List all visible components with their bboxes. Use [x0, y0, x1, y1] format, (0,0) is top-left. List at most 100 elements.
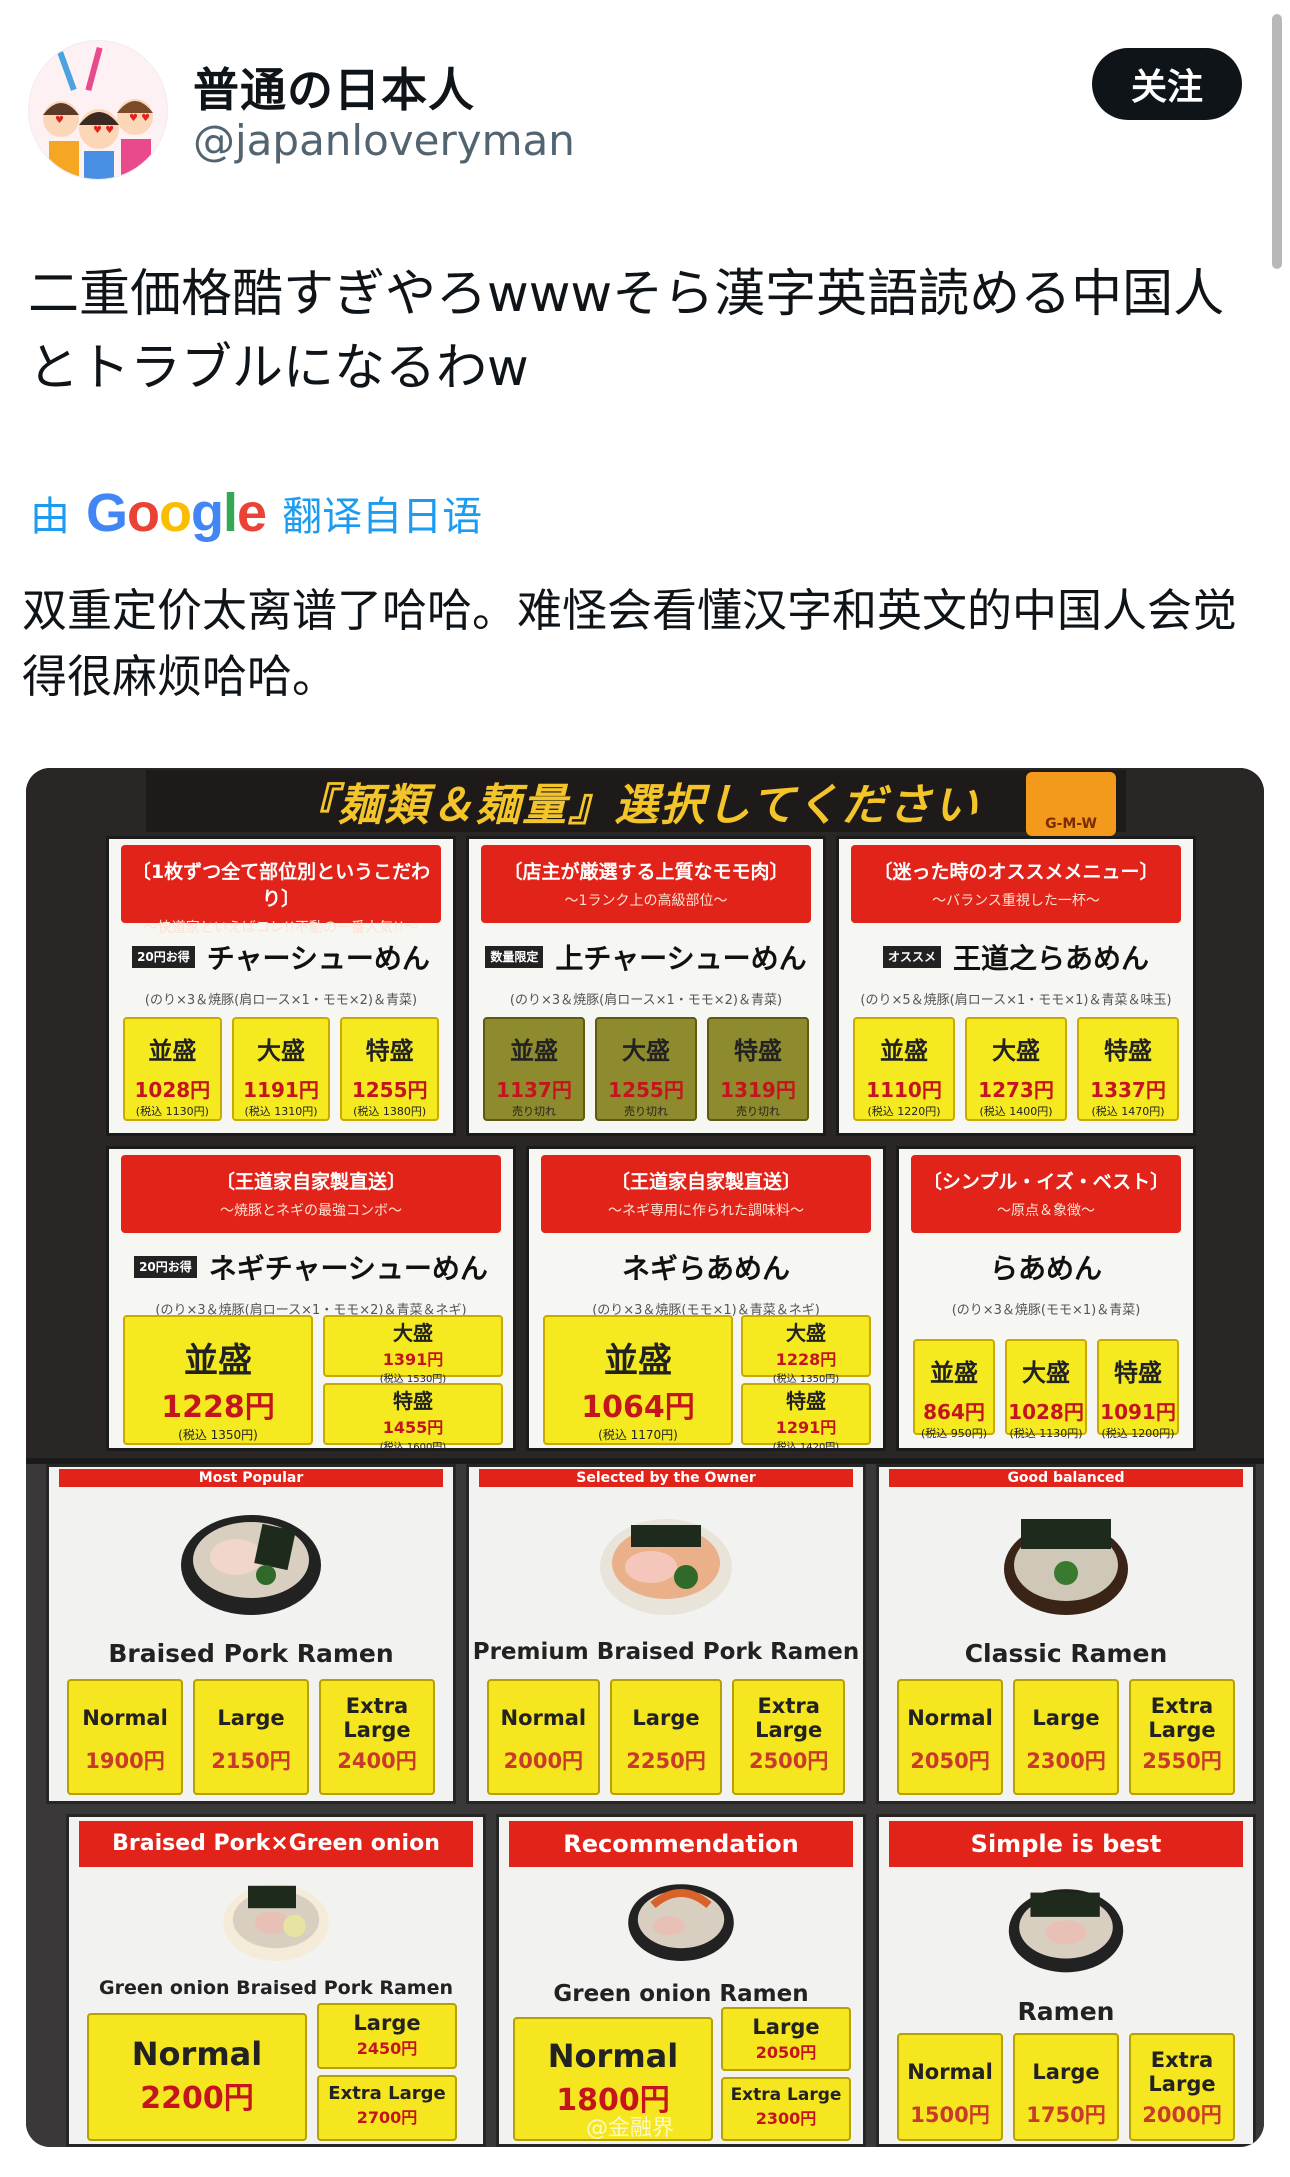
jp-menu-card: 〔迷った時のオススメメニュー〕 〜バランス重視した一杯〜 オススメ 王道之らあめん … — [836, 836, 1196, 1136]
jp-card-title: らあめん — [989, 1252, 1102, 1285]
jp-card-tag: 〔王道家自家製直送〕 〜ネギ専用に作られた調味料〜 — [541, 1155, 871, 1233]
jp-card-badge: 20円お得 — [132, 946, 195, 968]
jp-price-button-small[interactable]: 大盛 1391円 (税込 1530円) — [323, 1315, 503, 1385]
en-price-button[interactable]: Large 2150円 — [193, 1679, 309, 1795]
en-card-name: Braised Pork Ramen — [108, 1639, 394, 1668]
display-name[interactable]: 普通の日本人 — [193, 54, 475, 120]
en-price-button[interactable]: Normal 2000円 — [487, 1679, 600, 1795]
jp-price-button[interactable]: 大盛 1028円 (税込 1130円) — [1005, 1339, 1087, 1440]
en-menu-card: Most Popular Braised Pork Ramen Normal 19… — [46, 1464, 456, 1804]
en-menu-card: Simple is best Ramen Normal 1500円 Large 17… — [876, 1814, 1256, 2147]
en-price-button[interactable]: Large 1750円 — [1013, 2033, 1119, 2141]
jp-price-button-small[interactable]: 特盛 1455円 (税込 1600円) — [323, 1383, 503, 1453]
avatar-illustration-icon: ♥ ♥ ♥ ♥ ♥ — [29, 41, 167, 179]
ramen-bowl-icon — [223, 1884, 329, 1961]
jp-card-tag: 〔1枚ずつ全て部位別というこだわり〕 〜快道家といえばコレ!!不動の一番人気!!〜 — [121, 845, 441, 936]
en-price-button[interactable]: Extra Large 2400円 — [319, 1679, 435, 1795]
en-menu-card: Recommendation Green onion Ramen Normal 1… — [496, 1814, 866, 2147]
jp-card-badge: 20円お得 — [134, 1256, 197, 1278]
jp-card-title: ネギらあめん — [621, 1252, 790, 1285]
en-price-button[interactable]: Large 2300円 — [1013, 1679, 1119, 1795]
en-price-button[interactable]: Large 2250円 — [609, 1679, 723, 1795]
jp-price-button[interactable]: 特盛 1337円 (税込 1470円) — [1077, 1017, 1179, 1121]
jp-price-button-small[interactable]: 大盛 1228円 (税込 1350円) — [741, 1315, 871, 1385]
jp-card-tag: 〔シンプル・イズ・ベスト〕 〜原点＆象徴〜 — [911, 1155, 1181, 1233]
jp-card-badge: オススメ — [882, 946, 941, 968]
jp-menu-card: 〔王道家自家製直送〕 〜焼豚とネギの最強コンボ〜 20円お得 ネギチャーシューめん … — [106, 1146, 516, 1453]
jp-price-button[interactable]: 並盛 1028円 (税込 1130円) — [123, 1017, 222, 1121]
en-price-button-small[interactable]: Extra Large 2700円 — [317, 2075, 457, 2141]
svg-text:♥ ♥: ♥ ♥ — [129, 113, 150, 124]
jp-menu-card: 〔シンプル・イズ・ベスト〕 〜原点＆象徴〜 らあめん (のり×3＆焼豚(モモ×1)… — [896, 1146, 1196, 1451]
tweet-text: 二重価格酷すぎやろwwwそら漢字英語読める中国人とトラブルになるわw — [28, 265, 1225, 398]
jp-price-button[interactable]: 大盛 1191円 (税込 1310円) — [231, 1017, 331, 1121]
jp-menu-card: 〔店主が厳選する上質なモモ肉〕 〜1ランク上の高級部位〜 数量限定 上チャーシューめ… — [466, 836, 826, 1136]
ramen-bowl-icon — [181, 1515, 321, 1615]
jp-price-button-soldout[interactable]: 並盛 1137円 売り切れ — [483, 1017, 585, 1121]
en-card-name: Green onion Braised Pork Ramen — [98, 1977, 454, 1999]
en-price-button-small[interactable]: Large 2050円 — [721, 2007, 851, 2071]
brand-sticker: G-M-W — [1026, 772, 1116, 836]
photo-watermark: @金融界 — [586, 2116, 675, 2141]
follow-button[interactable]: 关注 — [1092, 48, 1242, 120]
jp-menu-card: 〔王道家自家製直送〕 〜ネギ専用に作られた調味料〜 ネギらあめん (のり×3＆焼豚… — [526, 1146, 886, 1453]
en-card-name: Green onion Ramen — [553, 1981, 809, 2007]
en-card-tag: Good balanced — [889, 1469, 1243, 1487]
en-price-button[interactable]: Extra Large 2000円 — [1129, 2033, 1235, 2141]
jp-price-button-large[interactable]: 並盛 1064円 (税込 1170円) — [543, 1315, 733, 1445]
scrollbar-thumb[interactable] — [1272, 14, 1282, 269]
jp-card-title: 20円お得 ネギチャーシューめん — [109, 1247, 513, 1287]
jp-menu-card: 〔1枚ずつ全て部位別というこだわり〕 〜快道家といえばコレ!!不動の一番人気!!〜… — [106, 836, 456, 1136]
google-logo-icon: Google — [86, 483, 267, 543]
jp-card-note: (のり×3＆焼豚(肩ロース×1・モモ×2)＆青菜) — [509, 993, 783, 1008]
avatar[interactable]: ♥ ♥ ♥ ♥ ♥ — [28, 40, 168, 180]
en-price-button[interactable]: Normal 1900円 — [67, 1679, 183, 1795]
jp-price-button-small[interactable]: 特盛 1291円 (税込 1420円) — [741, 1383, 871, 1453]
jp-card-note: (のり×3＆焼豚(モモ×1)＆青菜) — [951, 1303, 1141, 1318]
en-menu-card: Selected by the Owner Premium Braised Po… — [466, 1464, 866, 1804]
en-card-tag: Simple is best — [889, 1821, 1243, 1867]
en-price-button[interactable]: Extra Large 2500円 — [732, 1679, 846, 1795]
jp-price-button[interactable]: 大盛 1273円 (税込 1400円) — [965, 1017, 1067, 1121]
translation-source-label: 翻译自日语 — [282, 494, 483, 540]
en-card-name: Ramen — [1017, 1997, 1115, 2026]
en-price-button-large[interactable]: Normal 2200円 — [87, 2013, 307, 2141]
translation-attribution[interactable]: 由 Google 翻译自日语 — [30, 478, 482, 548]
jp-card-tag: 〔王道家自家製直送〕 〜焼豚とネギの最強コンボ〜 — [121, 1155, 501, 1233]
tweet-photo[interactable]: 『麺類＆麺量』選択してください G-M-W 〔1枚ずつ全て部位別というこだわり〕… — [26, 768, 1264, 2147]
jp-price-button-soldout[interactable]: 特盛 1319円 売り切れ — [707, 1017, 809, 1121]
en-price-button[interactable]: Normal 2050円 — [897, 1679, 1003, 1795]
tweet-page: ♥ ♥ ♥ ♥ ♥ 普通の日本人 @japanloveryman 关注 二重価格酷す… — [0, 0, 1290, 2177]
en-card-tag: Braised Pork×Green onion — [79, 1821, 473, 1867]
jp-card-tag: 〔店主が厳選する上質なモモ肉〕 〜1ランク上の高級部位〜 — [481, 845, 811, 923]
jp-card-badge: 数量限定 — [485, 946, 544, 968]
jp-card-tag: 〔迷った時のオススメメニュー〕 〜バランス重視した一杯〜 — [851, 845, 1181, 923]
jp-price-button[interactable]: 並盛 1110円 (税込 1220円) — [853, 1017, 955, 1121]
en-card-name: Classic Ramen — [964, 1639, 1168, 1668]
jp-price-button[interactable]: 特盛 1255円 (税込 1380円) — [340, 1017, 440, 1121]
jp-price-button-soldout[interactable]: 大盛 1255円 売り切れ — [595, 1017, 697, 1121]
menu-banner: 『麺類＆麺量』選択してください — [146, 770, 1126, 832]
ramen-bowl-icon — [600, 1519, 732, 1615]
svg-text:♥ ♥: ♥ ♥ — [93, 125, 114, 136]
tweet-header: ♥ ♥ ♥ ♥ ♥ 普通の日本人 @japanloveryman 关注 — [28, 40, 1250, 180]
english-menu-screen: Most Popular Braised Pork Ramen Normal 19… — [26, 1464, 1264, 2147]
jp-price-button[interactable]: 特盛 1091円 (税込 1200円) — [1097, 1339, 1179, 1440]
jp-card-title: 数量限定 上チャーシューめん — [469, 937, 823, 977]
en-price-button[interactable]: Extra Large 2550円 — [1129, 1679, 1235, 1795]
en-price-button[interactable]: Normal 1500円 — [897, 2033, 1003, 2141]
en-menu-card: Braised Pork×Green onion Green onion Bra… — [66, 1814, 486, 2147]
en-price-button-small[interactable]: Extra Large 2300円 — [721, 2077, 851, 2141]
jp-card-title: 20円お得 チャーシューめん — [109, 937, 453, 977]
jp-price-button-large[interactable]: 並盛 1228円 (税込 1350円) — [123, 1315, 313, 1445]
japanese-menu-screen: 『麺類＆麺量』選択してください G-M-W 〔1枚ずつ全て部位別というこだわり〕… — [26, 768, 1264, 1458]
en-card-tag: Most Popular — [59, 1469, 443, 1487]
svg-text:♥: ♥ — [55, 115, 64, 126]
translation-prefix: 由 — [30, 494, 70, 540]
en-price-button-small[interactable]: Large 2450円 — [317, 2003, 457, 2069]
ramen-bowl-icon — [1004, 1519, 1128, 1615]
jp-price-button[interactable]: 並盛 864円 (税込 950円) — [913, 1339, 995, 1440]
ramen-bowl-icon — [628, 1884, 734, 1961]
translated-text: 双重定价太离谱了哈哈。难怪会看懂汉字和英文的中国人会觉得很麻烦哈哈。 — [22, 584, 1238, 703]
user-handle[interactable]: @japanloveryman — [193, 116, 575, 165]
